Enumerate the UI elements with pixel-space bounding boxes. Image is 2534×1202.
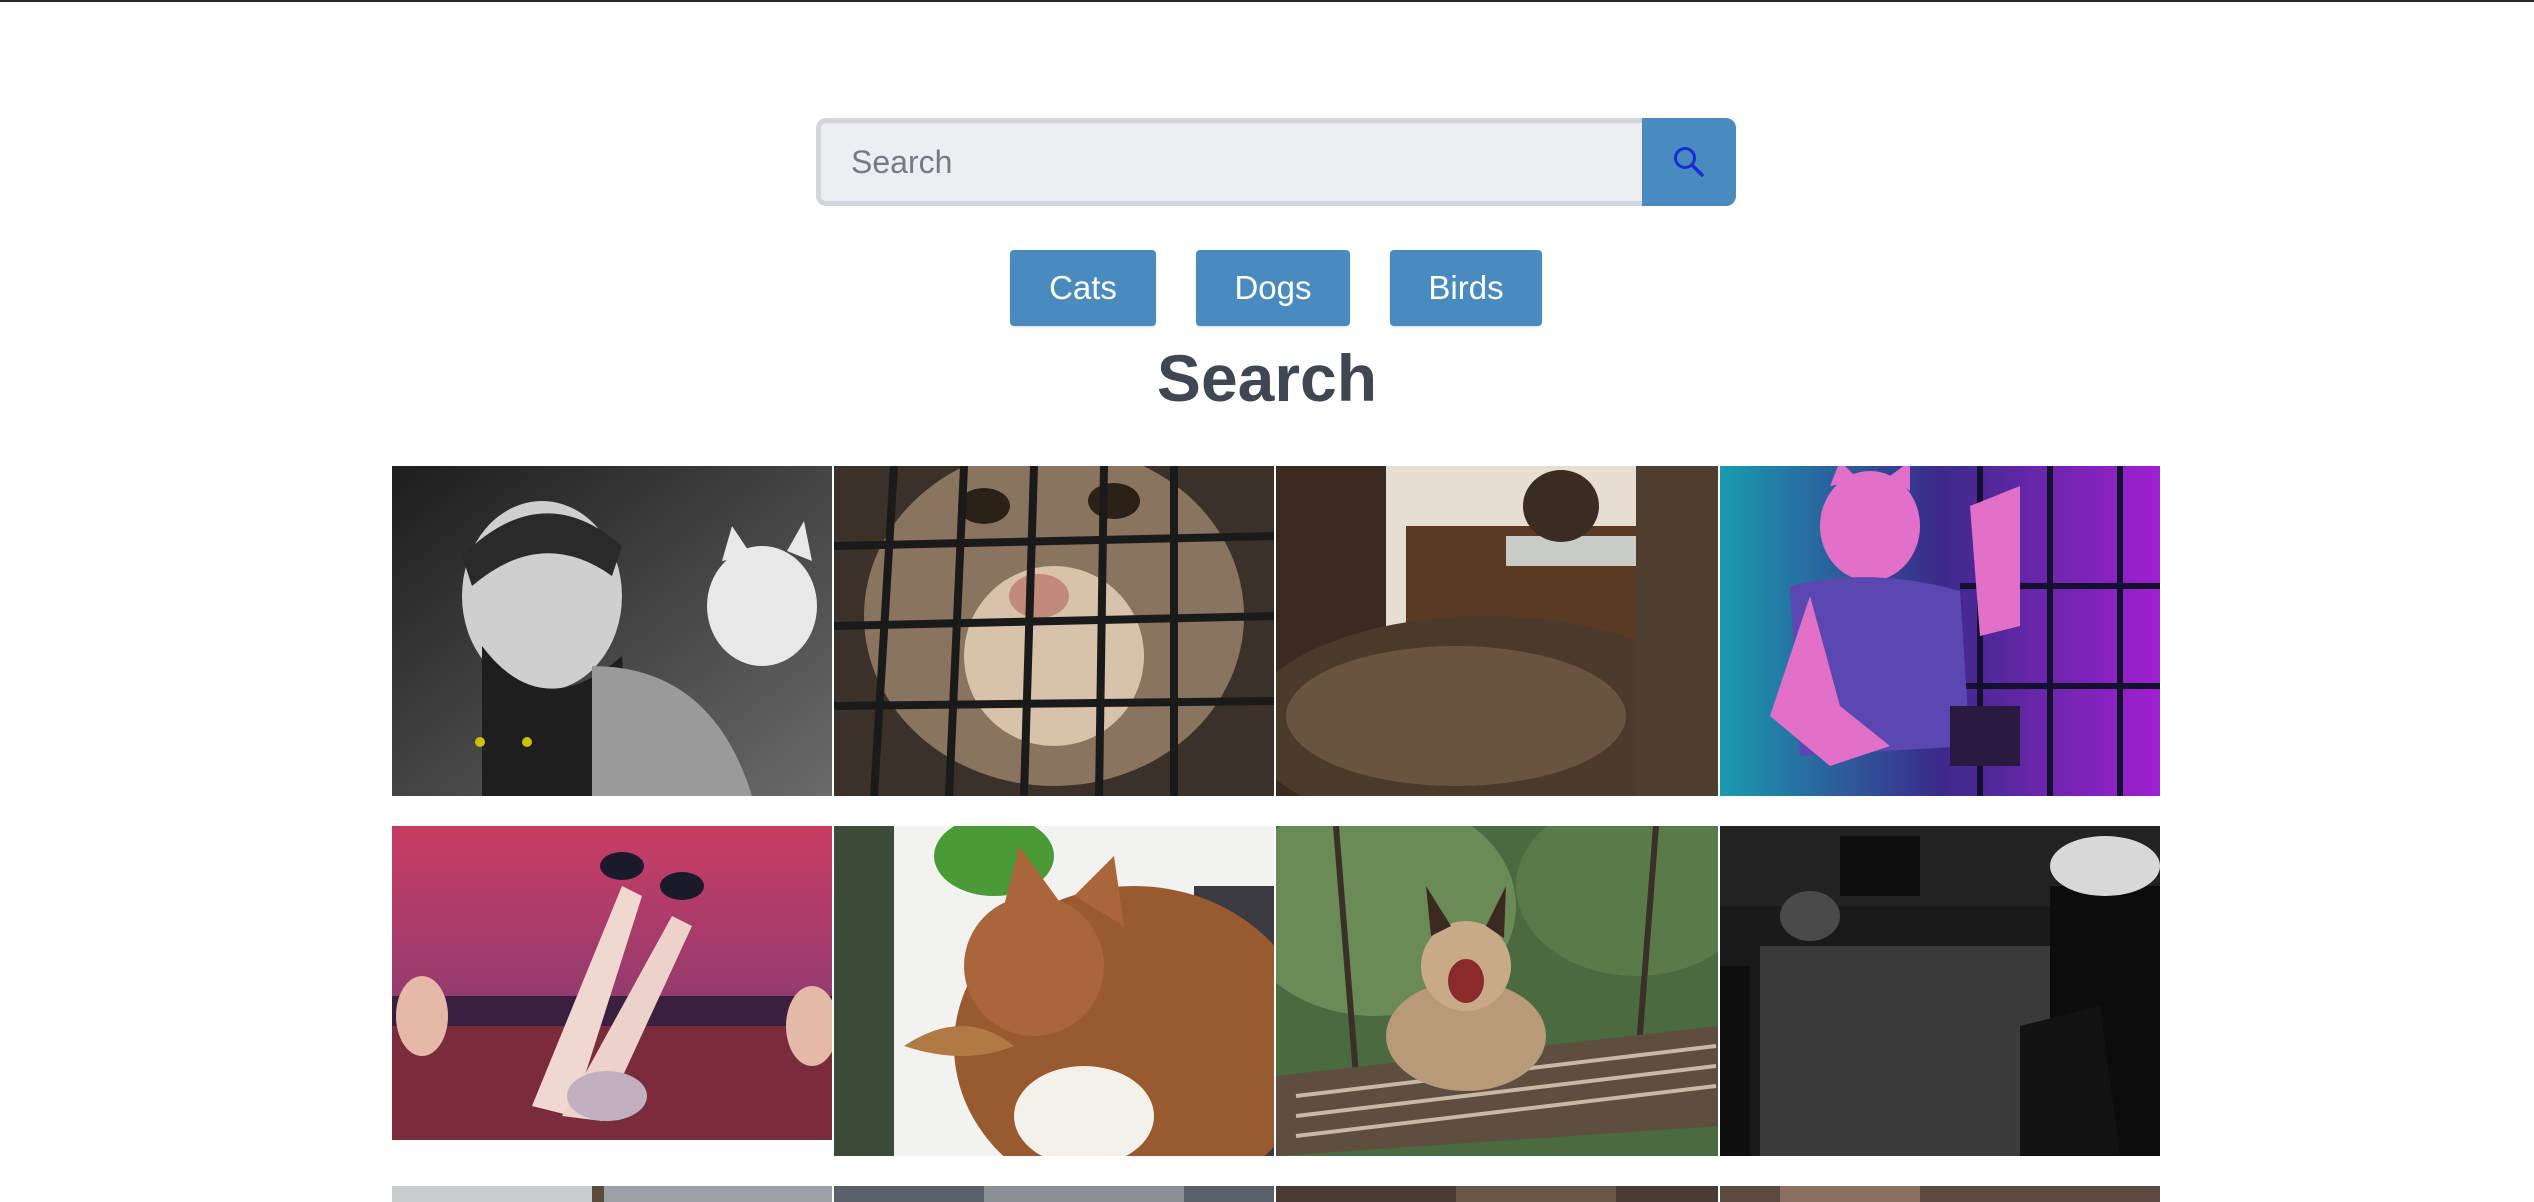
gallery-image[interactable] — [1276, 466, 1718, 796]
photo-purple-tiger-character-icon — [1720, 466, 2160, 796]
gallery-image[interactable] — [392, 466, 832, 796]
category-button-dogs[interactable]: Dogs — [1196, 250, 1350, 326]
search-icon — [1674, 147, 1704, 177]
search-button[interactable] — [1642, 118, 1736, 206]
photo-fluffy-cat-on-chair-icon — [1276, 466, 1718, 796]
photo-cat-in-carrier-icon — [834, 466, 1274, 796]
gallery-image[interactable] — [834, 826, 1274, 1156]
photo-partial-row-icon — [834, 1186, 1274, 1202]
category-button-cats[interactable]: Cats — [1010, 250, 1156, 326]
gallery-image[interactable] — [1720, 1186, 2160, 1202]
search-input[interactable] — [816, 118, 1642, 206]
window-top-border — [0, 0, 2534, 2]
photo-man-with-cats-icon — [392, 466, 832, 796]
photo-pink-neon-art-icon — [392, 826, 832, 1140]
photo-partial-row-icon — [1276, 1186, 1718, 1202]
gallery-image[interactable] — [1276, 826, 1718, 1156]
gallery-image[interactable] — [834, 466, 1274, 796]
gallery-image[interactable] — [834, 1186, 1274, 1202]
gallery-image[interactable] — [392, 826, 832, 1140]
photo-orange-cat-window-icon — [834, 826, 1274, 1156]
gallery-image[interactable] — [1720, 826, 2160, 1156]
photo-dark-interior-icon — [1720, 826, 2160, 1156]
page-title: Search — [1156, 341, 1378, 415]
photo-partial-row-icon — [1720, 1186, 2160, 1202]
category-button-birds[interactable]: Birds — [1390, 250, 1542, 326]
gallery-image[interactable] — [1720, 466, 2160, 796]
photo-partial-row-icon — [392, 1186, 832, 1202]
photo-lynx-yawning-icon — [1276, 826, 1718, 1156]
gallery-image[interactable] — [1276, 1186, 1718, 1202]
gallery-image[interactable] — [392, 1186, 832, 1202]
search-bar — [816, 118, 1736, 206]
